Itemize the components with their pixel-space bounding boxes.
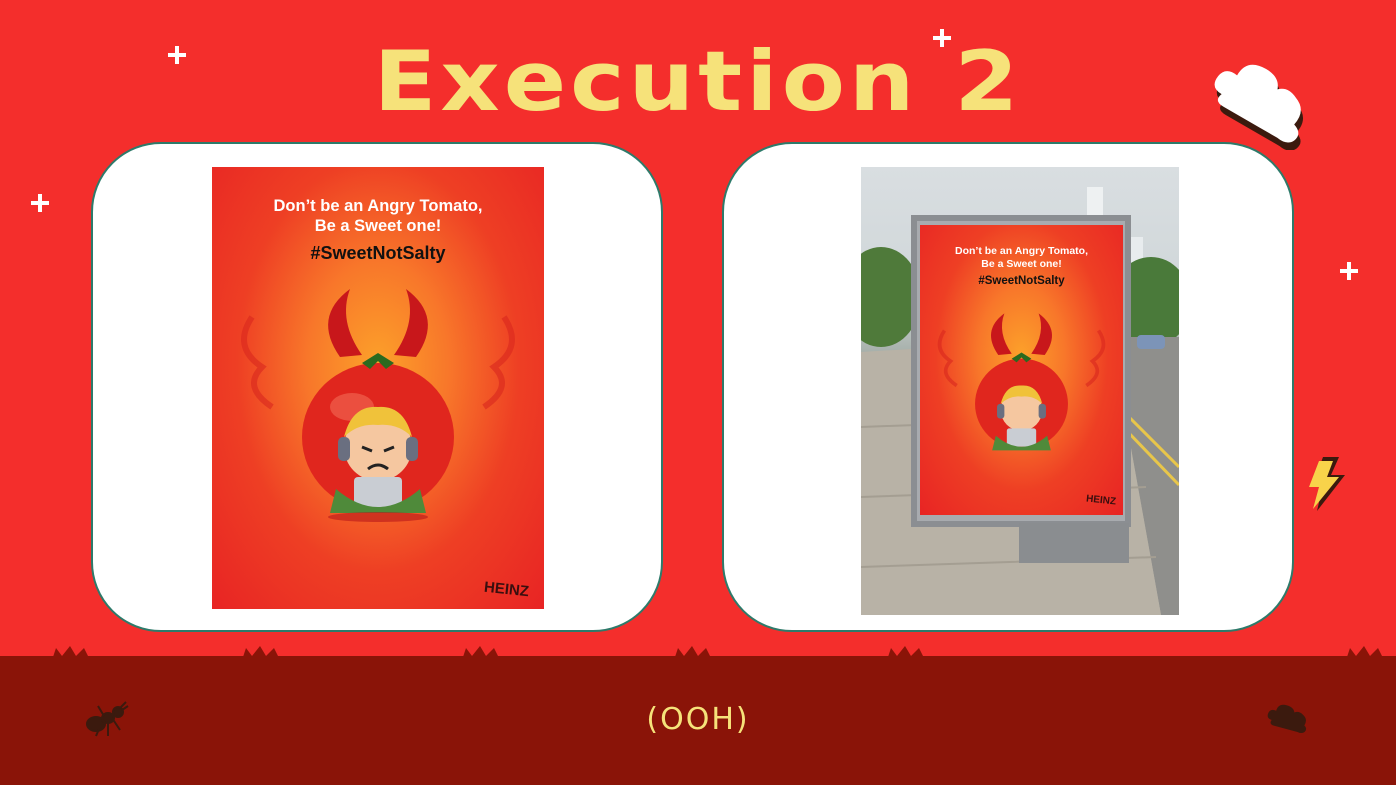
billboard-headline-line1: Don’t be an Angry Tomato, <box>955 245 1088 257</box>
grass-tuft-icon <box>52 646 1384 660</box>
sparkle-icon <box>933 29 951 47</box>
poster-headline-line2: Be a Sweet one! <box>314 217 442 235</box>
billboard-brand-logo: HEINZ <box>1085 493 1117 508</box>
cloud-icon <box>1214 64 1304 150</box>
angry-tomato-illustration <box>937 313 1106 451</box>
footer-label: (OOH) <box>646 702 750 737</box>
lightning-icon <box>1309 457 1345 511</box>
poster-brand-logo: HEINZ <box>483 578 530 601</box>
sparkle-icon <box>31 194 49 212</box>
billboard-hashtag: #SweetNotSalty <box>978 275 1065 287</box>
billboard-headline-line2: Be a Sweet one! <box>981 258 1062 270</box>
billboard-photo: Don’t be an Angry Tomato, Be a Sweet one… <box>861 167 1179 615</box>
poster-headline-line1: Don’t be an Angry Tomato, <box>273 197 483 215</box>
sparkle-icon <box>1340 262 1358 280</box>
sparkle-icon <box>168 46 186 64</box>
angry-tomato-illustration <box>241 289 515 522</box>
billboard-poster: Don’t be an Angry Tomato, Be a Sweet one… <box>920 225 1123 515</box>
poster-image: Don’t be an Angry Tomato, Be a Sweet one… <box>212 167 544 609</box>
poster-hashtag: #SweetNotSalty <box>310 243 446 263</box>
slide-title: Execution 2 <box>373 33 1023 130</box>
